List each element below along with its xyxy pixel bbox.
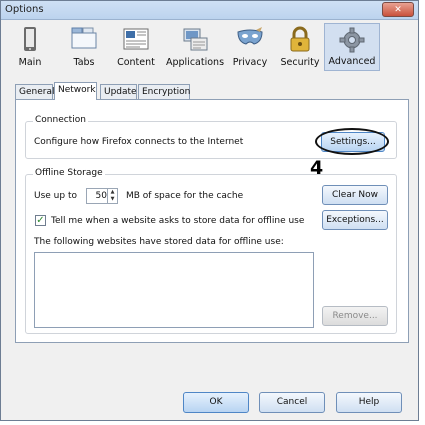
tab-update[interactable]: Update bbox=[100, 84, 137, 99]
stepper-down-icon[interactable]: ▼ bbox=[107, 196, 117, 203]
stepper-up-icon[interactable]: ▲ bbox=[107, 189, 117, 196]
close-icon: ✕ bbox=[394, 5, 402, 15]
tab-update-label: Update bbox=[104, 87, 137, 97]
toolbar-content-label: Content bbox=[117, 57, 155, 68]
applications-icon bbox=[183, 28, 208, 51]
checkmark-icon: ✓ bbox=[36, 215, 45, 226]
main-icon bbox=[24, 27, 36, 51]
cache-unit-label: MB of space for the cache bbox=[126, 191, 244, 201]
toolbar-advanced[interactable]: Advanced bbox=[324, 23, 380, 71]
window-title: Options bbox=[5, 4, 44, 15]
options-toolbar: Main Tabs Content Applications Privacy S… bbox=[9, 23, 414, 71]
close-button[interactable]: ✕ bbox=[382, 2, 414, 17]
toolbar-content[interactable]: Content bbox=[111, 23, 161, 71]
help-label: Help bbox=[358, 397, 380, 407]
toolbar-security-label: Security bbox=[280, 57, 320, 68]
toolbar-security[interactable]: Security bbox=[279, 23, 321, 71]
cancel-label: Cancel bbox=[276, 397, 308, 407]
options-window: Options ✕ Main Tabs Content Applications… bbox=[0, 0, 419, 421]
cache-size-value: 50 bbox=[95, 191, 107, 201]
remove-button[interactable]: Remove... bbox=[322, 306, 388, 326]
clear-now-button[interactable]: Clear Now bbox=[322, 185, 388, 205]
offline-sites-list[interactable] bbox=[34, 252, 314, 328]
clear-now-label: Clear Now bbox=[332, 190, 378, 200]
offline-storage-legend: Offline Storage bbox=[33, 168, 105, 178]
tab-encryption-label: Encryption bbox=[142, 87, 191, 97]
toolbar-tabs[interactable]: Tabs bbox=[63, 23, 105, 71]
content-icon bbox=[123, 28, 149, 50]
tab-network[interactable]: Network bbox=[54, 82, 97, 100]
highlight-circle bbox=[315, 128, 389, 155]
exceptions-label: Exceptions... bbox=[326, 215, 384, 225]
toolbar-main-label: Main bbox=[18, 57, 42, 68]
toolbar-advanced-label: Advanced bbox=[328, 56, 376, 67]
tab-general[interactable]: General bbox=[15, 84, 55, 99]
tell-me-label: Tell me when a website asks to store dat… bbox=[51, 216, 305, 226]
cache-size-stepper[interactable]: 50 ▲ ▼ bbox=[86, 188, 118, 204]
cancel-button[interactable]: Cancel bbox=[259, 392, 325, 413]
connection-legend: Connection bbox=[33, 115, 88, 125]
padlock-icon bbox=[290, 26, 310, 52]
ok-button[interactable]: OK bbox=[183, 392, 249, 413]
help-button[interactable]: Help bbox=[336, 392, 402, 413]
stored-sites-label: The following websites have stored data … bbox=[34, 237, 284, 247]
toolbar-privacy-label: Privacy bbox=[232, 57, 268, 68]
tab-general-label: General bbox=[19, 87, 55, 97]
gear-icon bbox=[339, 27, 365, 53]
title-bar: Options ✕ bbox=[1, 1, 418, 20]
exceptions-button[interactable]: Exceptions... bbox=[322, 210, 388, 230]
tab-encryption[interactable]: Encryption bbox=[138, 84, 190, 99]
toolbar-main[interactable]: Main bbox=[9, 23, 51, 71]
toolbar-privacy[interactable]: Privacy bbox=[231, 23, 269, 71]
tab-network-label: Network bbox=[58, 85, 96, 95]
remove-button-label: Remove... bbox=[332, 311, 378, 321]
connection-description: Configure how Firefox connects to the In… bbox=[34, 137, 244, 147]
toolbar-applications[interactable]: Applications bbox=[165, 23, 225, 71]
tabs-icon bbox=[71, 27, 97, 49]
tell-me-checkbox[interactable]: ✓ bbox=[35, 215, 46, 226]
privacy-mask-icon bbox=[237, 27, 263, 45]
use-up-to-label: Use up to bbox=[34, 191, 77, 201]
toolbar-tabs-label: Tabs bbox=[73, 57, 95, 68]
ok-label: OK bbox=[209, 397, 223, 407]
toolbar-applications-label: Applications bbox=[165, 57, 225, 68]
